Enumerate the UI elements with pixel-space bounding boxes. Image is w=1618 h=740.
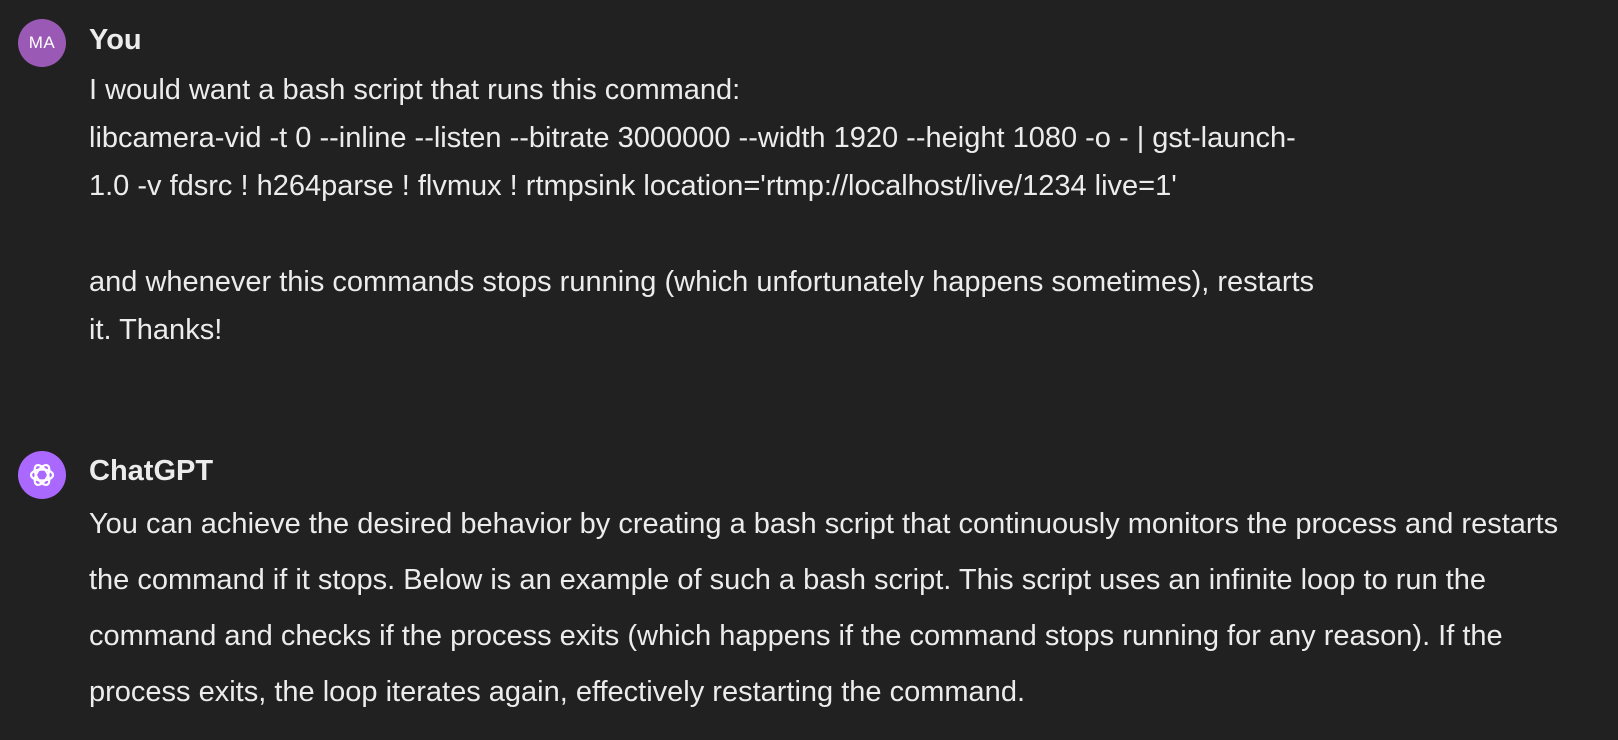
assistant-avatar (18, 451, 66, 499)
user-message-line: it. Thanks! (89, 314, 223, 346)
paragraph-break (89, 210, 1314, 258)
user-avatar: MA (18, 19, 66, 67)
user-message-text: I would want a bash script that runs thi… (89, 66, 1314, 354)
user-avatar-initials: MA (28, 33, 56, 52)
user-author-name: You (89, 24, 142, 56)
openai-logo-icon (29, 463, 55, 487)
assistant-message-text: You can achieve the desired behavior by … (89, 508, 1559, 708)
user-message-line: I would want a bash script that runs thi… (89, 74, 741, 106)
user-message-line: 1.0 -v fdsrc ! h264parse ! flvmux ! rtmp… (89, 170, 1177, 202)
assistant-author-name: ChatGPT (89, 455, 214, 487)
assistant-message-text-block: You can achieve the desired behavior by … (89, 496, 1589, 720)
user-message-line: libcamera-vid -t 0 --inline --listen --b… (89, 122, 1296, 154)
user-message-line: and whenever this commands stops running… (89, 266, 1315, 298)
